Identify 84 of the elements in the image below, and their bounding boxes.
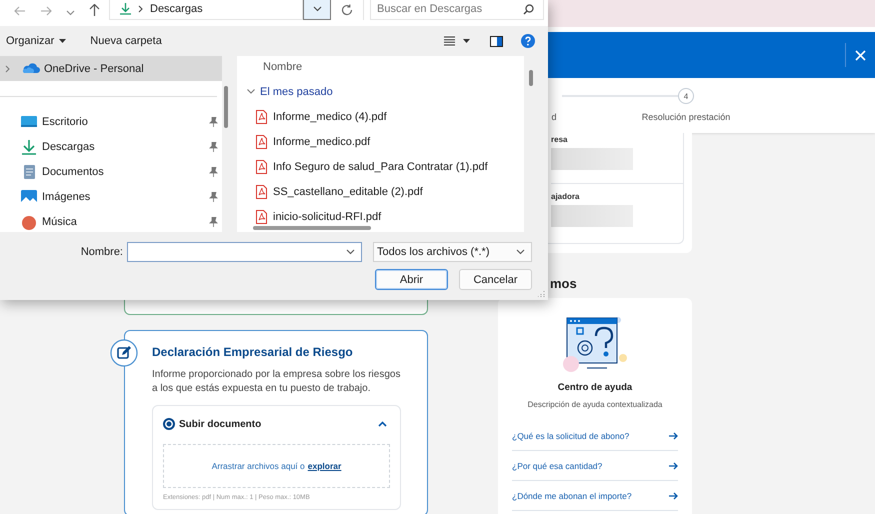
open-button[interactable]: Abrir bbox=[375, 269, 448, 290]
pin-icon[interactable] bbox=[209, 142, 218, 152]
chevron-right-icon bbox=[5, 64, 10, 72]
option-label: Subir documento bbox=[179, 418, 262, 430]
file-item[interactable]: inicio-solicitud-RFI.pdf bbox=[237, 204, 524, 229]
search-icon[interactable] bbox=[523, 4, 534, 15]
pin-icon[interactable] bbox=[209, 216, 218, 226]
refresh-icon bbox=[341, 4, 353, 16]
nav-item[interactable]: Imágenes bbox=[0, 184, 222, 209]
help-icon[interactable] bbox=[521, 34, 535, 48]
preview-pane-button[interactable] bbox=[488, 34, 505, 48]
up-arrow-icon[interactable] bbox=[89, 4, 100, 16]
file-item[interactable]: Informe_medico (4).pdf bbox=[237, 104, 524, 129]
scrollbar-thumb[interactable] bbox=[529, 70, 533, 86]
address-bar[interactable]: Descargas bbox=[109, 0, 303, 20]
nav-item[interactable]: Documentos bbox=[0, 159, 222, 184]
file-item[interactable]: Info Seguro de salud_Para Contratar (1).pdf bbox=[237, 154, 524, 179]
new-folder-button[interactable]: Nueva carpeta bbox=[86, 32, 166, 50]
pdf-file-icon bbox=[256, 134, 267, 148]
breadcrumb-item[interactable]: Descargas bbox=[150, 3, 203, 15]
section-heading: mos bbox=[550, 276, 578, 291]
nav-item[interactable]: Música bbox=[0, 209, 222, 232]
chevron-right-icon bbox=[138, 5, 143, 13]
cancel-button[interactable]: Cancelar bbox=[459, 269, 532, 290]
column-header[interactable]: Nombre bbox=[237, 56, 524, 79]
chevron-icon[interactable] bbox=[378, 421, 387, 427]
step-label: d bbox=[551, 112, 556, 122]
help-description: Descripción de ayuda contextualizada bbox=[528, 400, 662, 409]
nav-item[interactable]: Escritorio bbox=[0, 109, 222, 134]
drop-instructions: Arrastrar archivos aquí o bbox=[212, 461, 305, 471]
organize-menu-button[interactable]: Organizar bbox=[2, 32, 70, 50]
search-field[interactable]: Buscar en Descargas bbox=[370, 0, 544, 20]
music-icon bbox=[20, 214, 38, 230]
caret-icon bbox=[59, 39, 66, 43]
pdf-file-icon bbox=[256, 184, 267, 198]
file-name-field[interactable] bbox=[127, 242, 362, 262]
file-type-dropdown[interactable]: Todos los archivos (*.*) bbox=[373, 242, 532, 262]
desktop-icon bbox=[20, 114, 38, 130]
scrollbar-thumb[interactable] bbox=[253, 226, 371, 230]
field-label: resa bbox=[551, 135, 568, 144]
pane-icon bbox=[490, 36, 503, 46]
pin-icon[interactable] bbox=[209, 166, 218, 176]
download-icon bbox=[120, 3, 131, 15]
field-label: Nombre: bbox=[80, 246, 123, 258]
arrow-right-icon[interactable] bbox=[669, 432, 678, 440]
step-number: 4 bbox=[678, 88, 694, 104]
pdf-file-icon bbox=[256, 210, 267, 224]
arrow-right-icon[interactable] bbox=[669, 462, 678, 470]
pin-icon[interactable] bbox=[209, 116, 218, 126]
pdf-file-icon bbox=[256, 160, 267, 174]
step-label: Resolución prestación bbox=[642, 112, 730, 122]
list-view-icon bbox=[444, 36, 455, 46]
chevron-down-icon bbox=[346, 249, 355, 255]
address-dropdown-button[interactable] bbox=[303, 0, 331, 20]
close-icon[interactable] bbox=[855, 50, 866, 60]
drop-zone[interactable]: Arrastrar archivos aquí o explorar bbox=[163, 444, 390, 488]
scrollbar-thumb[interactable] bbox=[224, 86, 228, 128]
arrow-right-icon[interactable] bbox=[669, 492, 678, 500]
file-item[interactable]: Informe_medico.pdf bbox=[237, 129, 524, 154]
back-arrow-icon[interactable] bbox=[14, 6, 26, 16]
resize-grip-icon[interactable] bbox=[538, 290, 545, 297]
help-link[interactable]: ¿Qué es la solicitud de abono? bbox=[512, 430, 630, 440]
browse-link[interactable]: explorar bbox=[308, 461, 342, 471]
section-description: Informe proporcionado por la empresa sobre los riesgos a los que estás expuesta en tu puesto de trabajo. bbox=[152, 368, 401, 396]
field-label: ajadora bbox=[551, 192, 580, 201]
view-options-button[interactable] bbox=[442, 34, 472, 48]
pictures-icon bbox=[20, 188, 38, 204]
group-header[interactable]: El mes pasado bbox=[237, 79, 524, 104]
download-icon bbox=[20, 138, 38, 154]
section-title: Declaración Empresarial de Riesgo bbox=[152, 345, 354, 359]
chevron-down-icon bbox=[516, 249, 525, 255]
nav-item[interactable]: OneDrive - Personal bbox=[0, 56, 222, 81]
radio-button[interactable] bbox=[163, 418, 175, 430]
help-title: Centro de ayuda bbox=[558, 382, 632, 393]
pdf-file-icon bbox=[256, 110, 267, 124]
forward-arrow-icon[interactable] bbox=[40, 6, 52, 16]
caret-icon bbox=[463, 39, 470, 43]
file-item[interactable]: SS_castellano_editable (2).pdf bbox=[237, 179, 524, 204]
pin-icon[interactable] bbox=[209, 192, 218, 202]
help-link[interactable]: ¿Dónde me abonan el importe? bbox=[512, 490, 632, 500]
chevron-down-icon bbox=[312, 6, 322, 12]
nav-item[interactable]: Descargas bbox=[0, 134, 222, 159]
help-link[interactable]: ¿Por qué esa cantidad? bbox=[512, 460, 602, 470]
chevron-down-icon[interactable] bbox=[66, 10, 75, 16]
